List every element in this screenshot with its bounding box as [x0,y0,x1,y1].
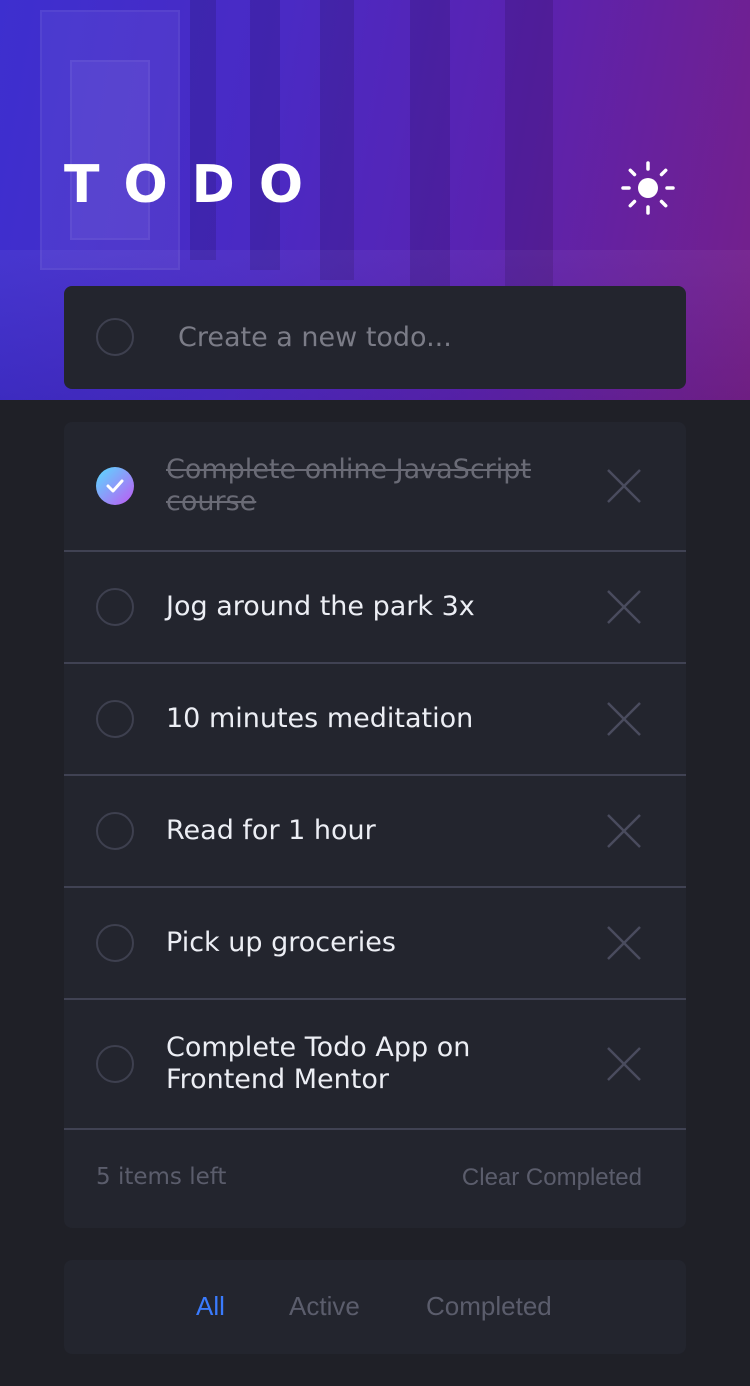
delete-todo-button[interactable] [604,923,644,963]
background-pillar [250,0,280,270]
close-icon [607,814,641,848]
delete-todo-button[interactable] [604,811,644,851]
close-icon [607,1047,641,1081]
check-icon [106,479,124,493]
sun-icon [621,161,675,215]
todo-text: Complete online JavaScript course [166,454,531,517]
close-icon [607,469,641,503]
background-pillar [320,0,354,280]
clear-completed-button[interactable]: Clear Completed [462,1164,642,1192]
close-icon [607,590,641,624]
todo-text: Jog around the park 3x [166,591,475,622]
todo-item: 10 minutes meditation [64,664,686,776]
todo-text: Complete Todo App on Frontend Mentor [166,1032,471,1095]
delete-todo-button[interactable] [604,587,644,627]
filter-bar: All Active Completed [64,1260,686,1354]
todo-item: Complete online JavaScript course [64,422,686,552]
todo-checkbox[interactable] [96,700,134,738]
todo-item: Complete Todo App on Frontend Mentor [64,1000,686,1130]
todo-text: 10 minutes meditation [166,703,474,734]
delete-todo-button[interactable] [604,699,644,739]
todo-item: Read for 1 hour [64,776,686,888]
todo-text: Read for 1 hour [166,815,376,846]
delete-todo-button[interactable] [604,466,644,506]
todo-checkbox[interactable] [96,588,134,626]
filter-active[interactable]: Active [289,1291,360,1322]
todo-item: Jog around the park 3x [64,552,686,664]
new-todo-checkbox[interactable] [96,318,134,356]
todo-checkbox[interactable] [96,1045,134,1083]
new-todo-input[interactable] [176,312,656,362]
items-left-count: 5 items left [96,1164,227,1190]
todo-list: Complete online JavaScript course Jog ar… [64,422,686,1228]
close-icon [607,926,641,960]
todo-checkbox[interactable] [96,812,134,850]
todo-item: Pick up groceries [64,888,686,1000]
delete-todo-button[interactable] [604,1044,644,1084]
filter-completed[interactable]: Completed [426,1291,552,1322]
todo-list-footer: 5 items left Clear Completed [64,1130,686,1228]
close-icon [607,702,641,736]
app-title: TODO [64,155,328,215]
todo-checkbox[interactable] [96,924,134,962]
todo-text: Pick up groceries [166,927,396,958]
theme-toggle-button[interactable] [620,160,676,216]
new-todo-bar [64,286,686,389]
todo-checkbox-checked[interactable] [96,467,134,505]
filter-all[interactable]: All [196,1291,225,1322]
background-pillar [190,0,216,260]
